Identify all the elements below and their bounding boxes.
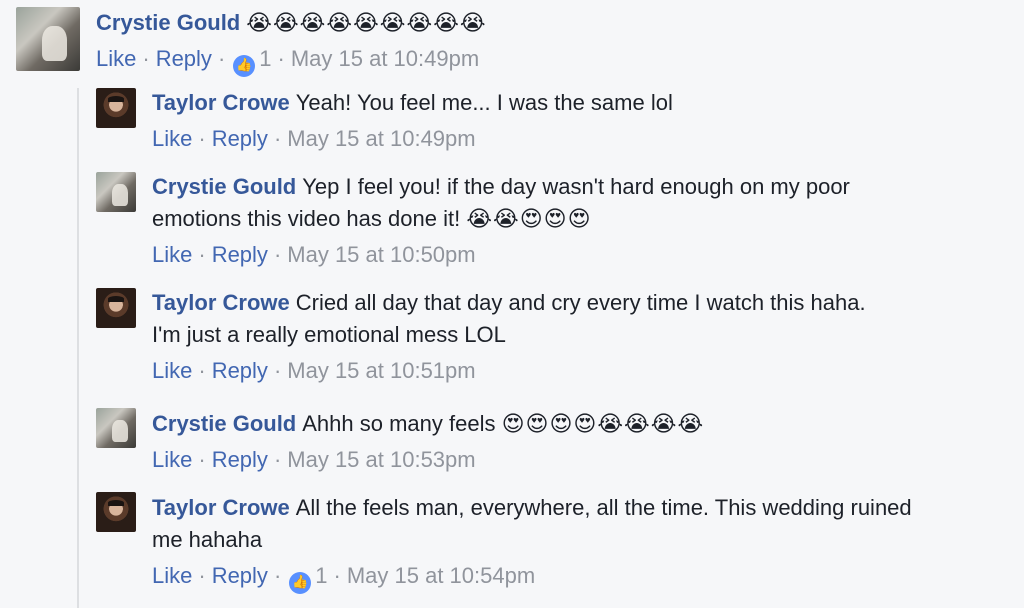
reply-button[interactable]: Reply	[212, 563, 268, 588]
thumbs-up-icon[interactable]: 👍	[289, 572, 312, 594]
author-name[interactable]: Crystie Gould	[96, 10, 240, 35]
like-button[interactable]: Like	[152, 358, 192, 383]
like-button[interactable]: Like	[152, 447, 192, 472]
author-name[interactable]: Crystie Gould	[152, 411, 296, 436]
timestamp[interactable]: May 15 at 10:49pm	[287, 126, 475, 151]
emoji-text: 😭😭😭😭😭😭😭😭😭	[246, 11, 487, 36]
like-count[interactable]: 1	[315, 563, 327, 588]
comment-text: Yeah! You feel me... I was the same lol	[295, 90, 673, 115]
timestamp[interactable]: May 15 at 10:50pm	[287, 242, 475, 267]
avatar[interactable]	[96, 492, 136, 532]
like-button[interactable]: Like	[96, 46, 136, 71]
avatar[interactable]	[16, 7, 80, 71]
comment-body: Crystie Gould Yep I feel you! if the day …	[152, 171, 932, 236]
timestamp[interactable]: May 15 at 10:51pm	[287, 358, 475, 383]
comment-body: Taylor Crowe Cried all day that day and c…	[152, 287, 892, 351]
comment-text: Ahhh so many feels	[302, 411, 496, 436]
comment-body: Crystie Gould 😭😭😭😭😭😭😭😭😭	[96, 7, 996, 40]
timestamp[interactable]: May 15 at 10:54pm	[347, 563, 535, 588]
emoji-text: 😭😭😍😍😍	[466, 207, 592, 232]
avatar[interactable]	[96, 288, 136, 328]
timestamp[interactable]: May 15 at 10:53pm	[287, 447, 475, 472]
comment-body: Taylor Crowe Yeah! You feel me... I was t…	[152, 87, 972, 119]
comment-body: Crystie Gould Ahhh so many feels 😍😍😍😍😭😭😭😭	[152, 408, 972, 441]
author-name[interactable]: Taylor Crowe	[152, 495, 290, 520]
emoji-text: 😍😍😍😍😭😭😭😭	[501, 412, 705, 437]
comment-actions: Like · Reply · 👍 1 · May 15 at 10:49pm	[96, 44, 479, 77]
comment-actions: Like · Reply · May 15 at 10:49pm	[152, 126, 476, 151]
reply-button[interactable]: Reply	[212, 447, 268, 472]
like-count[interactable]: 1	[259, 46, 271, 71]
reply-thread-line	[77, 88, 79, 608]
comment-actions: Like · Reply · May 15 at 10:50pm	[152, 242, 476, 267]
author-name[interactable]: Taylor Crowe	[152, 290, 290, 315]
comment-actions: Like · Reply · 👍 1 · May 15 at 10:54pm	[152, 561, 535, 594]
reply-button[interactable]: Reply	[156, 46, 212, 71]
avatar[interactable]	[96, 408, 136, 448]
timestamp[interactable]: May 15 at 10:49pm	[291, 46, 479, 71]
author-name[interactable]: Taylor Crowe	[152, 90, 290, 115]
comment-actions: Like · Reply · May 15 at 10:53pm	[152, 447, 476, 472]
like-button[interactable]: Like	[152, 563, 192, 588]
reply-button[interactable]: Reply	[212, 126, 268, 151]
comment-body: Taylor Crowe All the feels man, everywher…	[152, 492, 932, 556]
like-button[interactable]: Like	[152, 126, 192, 151]
author-name[interactable]: Crystie Gould	[152, 174, 296, 199]
thumbs-up-icon[interactable]: 👍	[233, 55, 256, 77]
reply-button[interactable]: Reply	[212, 358, 268, 383]
avatar[interactable]	[96, 88, 136, 128]
reply-button[interactable]: Reply	[212, 242, 268, 267]
avatar[interactable]	[96, 172, 136, 212]
like-button[interactable]: Like	[152, 242, 192, 267]
comment-actions: Like · Reply · May 15 at 10:51pm	[152, 358, 476, 383]
